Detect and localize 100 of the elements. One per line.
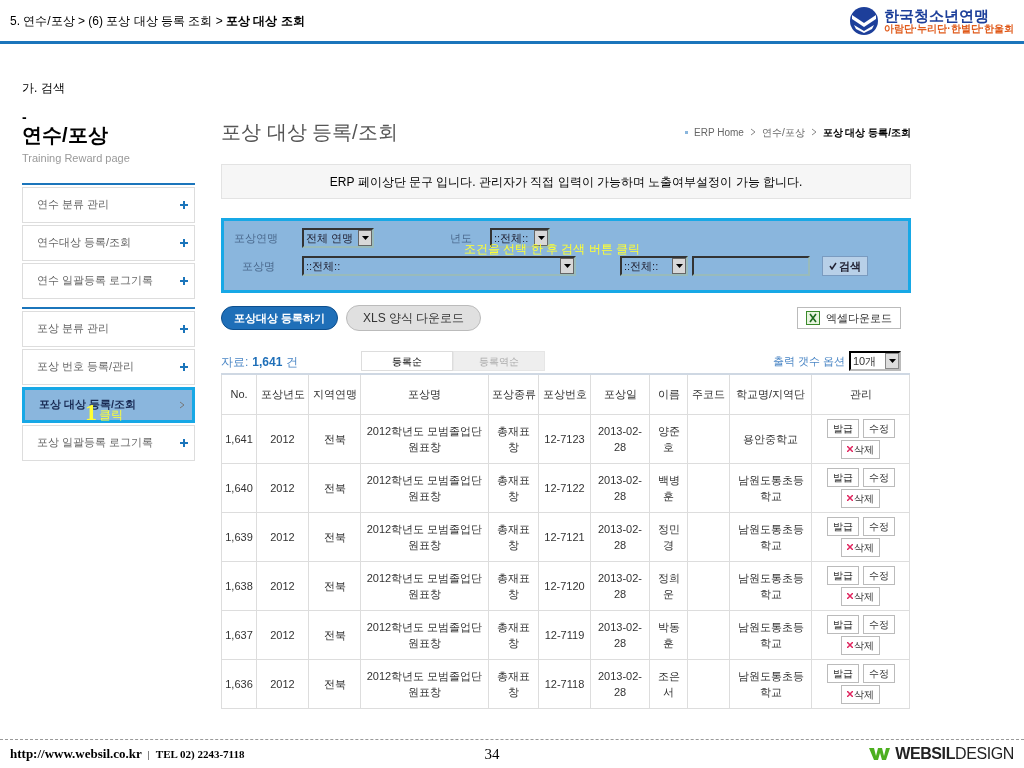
table-cell: 1,641 — [221, 414, 257, 463]
table-cell: 1,636 — [221, 659, 257, 708]
edit-button[interactable]: 수정 — [862, 614, 895, 634]
table-cell: 박동훈 — [649, 610, 688, 659]
close-icon — [847, 593, 853, 599]
table-cell: 2012학년도 모범졸업단원표창 — [360, 512, 489, 561]
plus-icon — [180, 438, 188, 447]
table-cell: 조은서 — [649, 659, 688, 708]
delete-button[interactable]: 삭제 — [841, 439, 880, 459]
table-cell: 2013-02-28 — [590, 610, 650, 659]
table-cell: 용안중학교 — [729, 414, 812, 463]
table-cell: 2013-02-28 — [590, 561, 650, 610]
delete-button[interactable]: 삭제 — [841, 537, 880, 557]
table-cell: 남원도통초등학교 — [729, 561, 812, 610]
table-cell: 2012 — [256, 414, 309, 463]
table-cell: 1,640 — [221, 463, 257, 512]
issue-button[interactable]: 발급 — [826, 614, 859, 634]
table-cell: 총재표창 — [488, 463, 539, 512]
section-title: 가. 검색 — [22, 81, 65, 95]
edit-button[interactable]: 수정 — [862, 516, 895, 536]
breadcrumb-link[interactable]: ERP Home — [694, 124, 744, 140]
plus-icon — [180, 362, 188, 371]
issue-button[interactable]: 발급 — [826, 663, 859, 683]
delete-button[interactable]: 삭제 — [841, 488, 880, 508]
table-cell: 12-7119 — [538, 610, 591, 659]
award-select[interactable]: ::전체:: — [302, 256, 576, 276]
plus-icon — [180, 238, 188, 247]
table-cell: 전북 — [308, 610, 361, 659]
delete-button[interactable]: 삭제 — [841, 586, 880, 606]
table-cell: 전북 — [308, 512, 361, 561]
table-cell: 1,639 — [221, 512, 257, 561]
xls-download-button[interactable]: XLS 양식 다운로드 — [346, 305, 482, 331]
excel-icon — [806, 311, 820, 325]
logo-subtitle: 아람단·누리단·한별단·한울회 — [884, 23, 1014, 34]
sidebar-item[interactable]: 포상 번호 등록/관리 — [22, 348, 195, 385]
edit-button[interactable]: 수정 — [862, 467, 895, 487]
union-select[interactable]: 전체 연맹 — [302, 228, 374, 248]
sidebar-item[interactable]: 연수대상 등록/조회 — [22, 224, 195, 261]
table-cell: 2012학년도 모범졸업단원표창 — [360, 561, 489, 610]
column-header: 포상번호 — [538, 374, 591, 414]
caret-icon — [888, 359, 896, 363]
sort-tab[interactable]: 등록순 — [361, 351, 453, 371]
issue-button[interactable]: 발급 — [826, 418, 859, 438]
edit-button[interactable]: 수정 — [862, 418, 895, 438]
table-cell: 정희운 — [649, 561, 688, 610]
sidebar-item[interactable]: 연수 분류 관리 — [22, 186, 195, 223]
table-cell: 남원도통초등학교 — [729, 610, 812, 659]
table-cell: 12-7123 — [538, 414, 591, 463]
caret-icon — [361, 236, 369, 240]
column-header: 이름 — [649, 374, 688, 414]
edit-button[interactable]: 수정 — [862, 663, 895, 683]
field-label: 포상명 — [241, 258, 276, 274]
table-cell: 전북 — [308, 414, 361, 463]
footer-brand: WEBSILDESIGN — [895, 744, 1014, 764]
table-cell: 백병훈 — [649, 463, 688, 512]
table-cell: 2012학년도 모범졸업단원표창 — [360, 610, 489, 659]
table-cell: 총재표창 — [488, 610, 539, 659]
table-cell: 정민경 — [649, 512, 688, 561]
sidebar-title: 연수/포상 — [22, 123, 109, 148]
logo-title: 한국청소년연맹 — [884, 7, 990, 23]
footer-phone: TEL 02) 2243-7118 — [155, 746, 245, 762]
breadcrumb-link[interactable]: 포상 대상 등록/조회 — [822, 124, 911, 140]
edit-button[interactable]: 수정 — [862, 565, 895, 585]
caret-icon — [563, 264, 571, 268]
table-cell: 2012학년도 모범졸업단원표창 — [360, 414, 489, 463]
close-icon — [847, 446, 853, 452]
table-cell: 2012 — [256, 610, 309, 659]
count-unit: 건 — [286, 354, 299, 371]
field-select[interactable]: ::전체:: — [620, 256, 688, 276]
caret-icon — [537, 236, 545, 240]
delete-button[interactable]: 삭제 — [841, 684, 880, 704]
issue-button[interactable]: 발급 — [826, 565, 859, 585]
column-header: 포상명 — [360, 374, 489, 414]
sidebar-item[interactable]: 포상 분류 관리 — [22, 310, 195, 347]
close-icon — [847, 544, 853, 550]
sidebar-item[interactable]: 포상 일괄등록 로그기록 — [22, 424, 195, 461]
caret-icon — [675, 264, 683, 268]
slide-breadcrumb: 5. 연수/포상 > (6) 포상 대상 등록 조회 > 포상 대상 조회 — [10, 12, 305, 30]
table-cell: 남원도통초등학교 — [729, 463, 812, 512]
chevron-icon — [810, 128, 817, 136]
excel-download-button[interactable]: 엑셀다운로드 — [797, 307, 901, 329]
delete-button[interactable]: 삭제 — [841, 635, 880, 655]
search-field[interactable] — [692, 256, 810, 276]
column-header: 포상일 — [590, 374, 650, 414]
page-size-select[interactable]: 10개 — [849, 351, 901, 371]
field-label: 포상연맹 — [234, 230, 279, 246]
sidebar-item[interactable]: 연수 일괄등록 로그기록 — [22, 262, 195, 299]
table-cell: 12-7122 — [538, 463, 591, 512]
close-icon — [847, 642, 853, 648]
footer-url: http://www.websil.co.kr — [10, 745, 142, 764]
issue-button[interactable]: 발급 — [826, 516, 859, 536]
column-header: 포상종류 — [488, 374, 539, 414]
table-cell: 2013-02-28 — [590, 512, 650, 561]
column-header: No. — [221, 374, 257, 414]
search-button[interactable]: 검색 — [822, 256, 868, 276]
table-cell: 1,637 — [221, 610, 257, 659]
breadcrumb-link[interactable]: 연수/포상 — [761, 124, 805, 140]
issue-button[interactable]: 발급 — [826, 467, 859, 487]
register-button[interactable]: 포상대상 등록하기 — [221, 306, 339, 330]
page-size-label: 출력 갯수 옵션 — [772, 353, 845, 369]
